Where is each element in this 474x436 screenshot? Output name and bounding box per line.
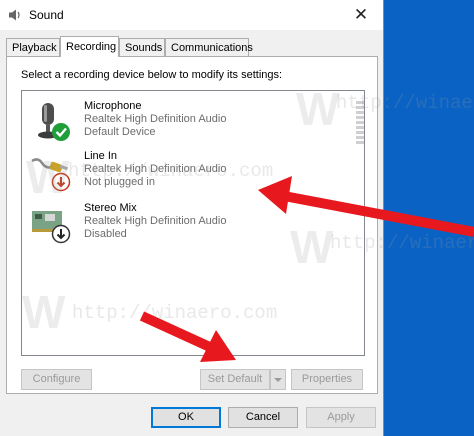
configure-button[interactable]: Configure — [21, 369, 92, 390]
close-button[interactable]: ✕ — [339, 0, 383, 30]
microphone-icon — [38, 103, 70, 141]
sound-dialog: Sound ✕ Playback Recording Sounds Commun… — [0, 0, 474, 436]
line-in-jack-icon — [31, 158, 71, 192]
tab-sounds[interactable]: Sounds — [119, 38, 165, 56]
device-name: Stereo Mix — [84, 202, 137, 214]
device-status: Default Device — [84, 126, 156, 138]
disabled-badge-icon — [51, 224, 71, 244]
device-list[interactable]: Microphone Realtek High Definition Audio… — [21, 90, 365, 356]
properties-button[interactable]: Properties — [291, 369, 363, 390]
tab-communications[interactable]: Communications — [165, 38, 253, 56]
cancel-button[interactable]: Cancel — [228, 407, 298, 428]
apply-button[interactable]: Apply — [306, 407, 376, 428]
device-driver: Realtek High Definition Audio — [84, 163, 227, 175]
chevron-down-icon — [274, 378, 282, 382]
ok-button[interactable]: OK — [151, 407, 221, 428]
window-title: Sound — [29, 8, 64, 22]
device-driver: Realtek High Definition Audio — [84, 113, 227, 125]
device-row-stereo-mix[interactable]: Stereo Mix Realtek High Definition Audio… — [26, 199, 356, 247]
unplugged-badge-icon — [51, 172, 71, 192]
tab-playback[interactable]: Playback — [6, 38, 60, 56]
device-row-microphone[interactable]: Microphone Realtek High Definition Audio… — [26, 97, 356, 145]
speaker-icon — [9, 9, 20, 21]
recording-panel: Select a recording device below to modif… — [6, 56, 378, 394]
device-driver: Realtek High Definition Audio — [84, 215, 227, 227]
device-status: Not plugged in — [84, 176, 155, 188]
set-default-button[interactable]: Set Default — [200, 369, 270, 390]
tab-recording[interactable]: Recording — [60, 36, 119, 57]
device-name: Microphone — [84, 100, 142, 112]
title-bar[interactable]: Sound ✕ — [0, 0, 383, 30]
level-meter — [356, 101, 364, 147]
set-default-dropdown-button[interactable] — [270, 369, 286, 390]
sound-card-icon — [32, 211, 71, 244]
device-name: Line In — [84, 150, 118, 162]
check-badge-icon — [52, 123, 70, 141]
instruction-text: Select a recording device below to modif… — [21, 69, 283, 81]
device-row-line-in[interactable]: Line In Realtek High Definition Audio No… — [26, 147, 356, 195]
desktop-background — [384, 0, 474, 436]
device-status: Disabled — [84, 228, 127, 240]
